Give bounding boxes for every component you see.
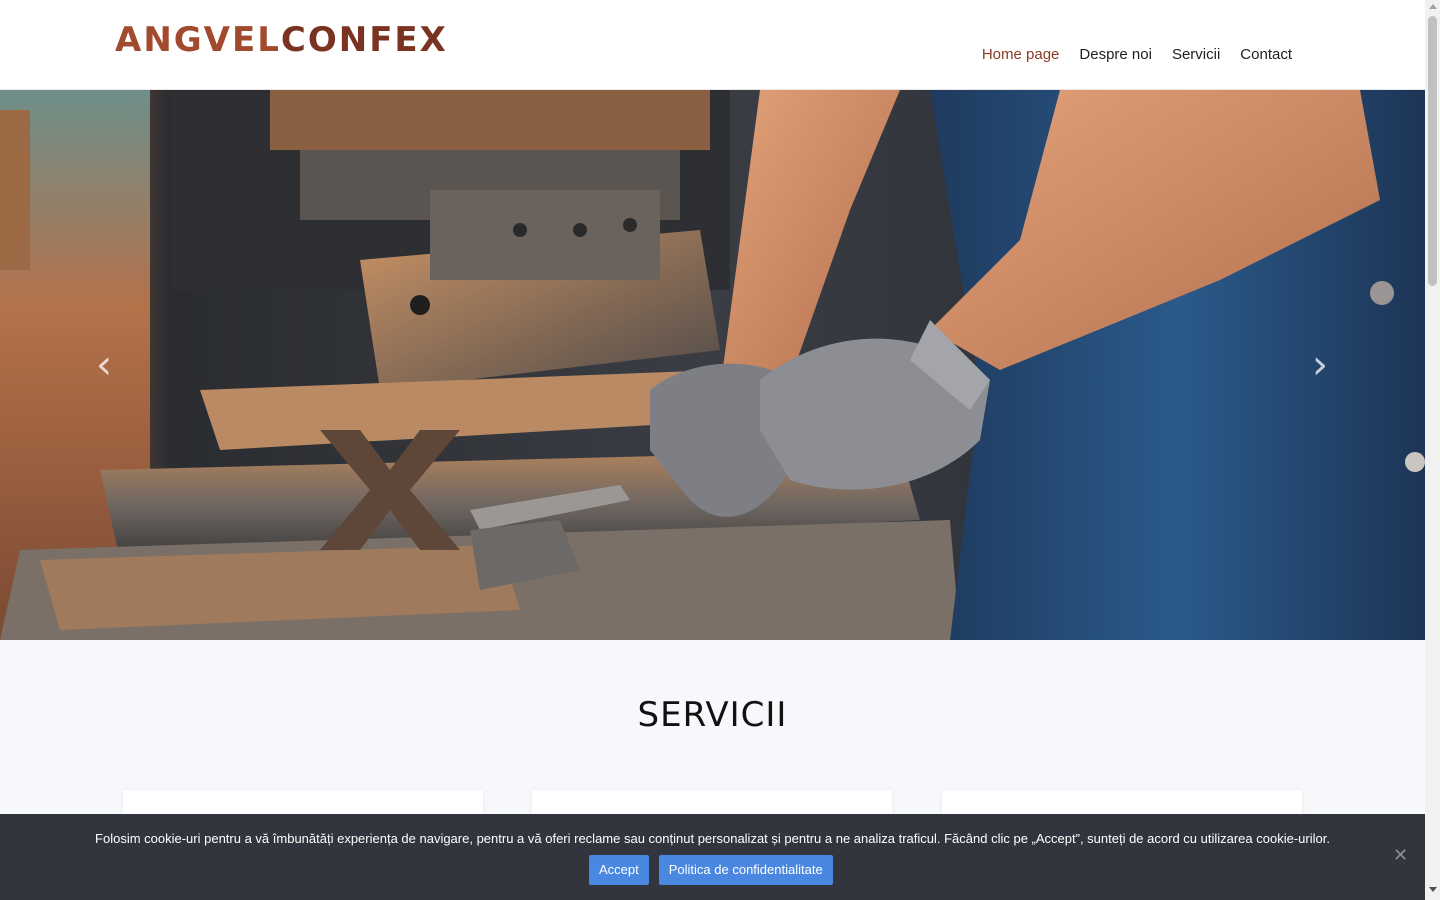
logo-part-1: ANGVEL — [115, 20, 281, 60]
cookie-accept-button[interactable]: Accept — [589, 855, 649, 885]
close-icon[interactable]: ✕ — [1393, 847, 1409, 865]
site-logo[interactable]: ANGVELCONFEX — [115, 18, 448, 62]
scrollbar-thumb[interactable] — [1428, 16, 1437, 286]
main-nav: Home page Despre noi Servicii Contact — [982, 44, 1292, 66]
slider-next-button[interactable]: › — [1300, 340, 1340, 390]
scroll-up-arrow-icon[interactable] — [1429, 4, 1437, 9]
scroll-down-arrow-icon[interactable] — [1429, 887, 1437, 892]
page-scrollbar[interactable] — [1425, 0, 1440, 900]
nav-servicii[interactable]: Servicii — [1172, 44, 1220, 66]
nav-home-page[interactable]: Home page — [982, 44, 1060, 66]
logo-part-2: CONFEX — [280, 20, 448, 60]
slider-prev-button[interactable]: ‹ — [84, 340, 124, 390]
site-header: ANGVELCONFEX Home page Despre noi Servic… — [0, 0, 1425, 90]
privacy-policy-button[interactable]: Politica de confidentialitate — [658, 855, 833, 885]
chevron-left-icon: ‹ — [96, 342, 112, 388]
hero-slider: ‹ › — [0, 90, 1425, 640]
chevron-right-icon: › — [1312, 342, 1328, 388]
cookie-text: Folosim cookie-uri pentru a vă îmbunătăț… — [95, 831, 1330, 846]
services-title: SERVICII — [637, 695, 788, 735]
nav-contact[interactable]: Contact — [1240, 44, 1292, 66]
hero-image — [0, 90, 1425, 640]
cookie-banner: Folosim cookie-uri pentru a vă îmbunătăț… — [0, 814, 1425, 900]
nav-despre-noi[interactable]: Despre noi — [1079, 44, 1152, 66]
cookie-buttons: Accept Politica de confidentialitate — [589, 855, 833, 885]
